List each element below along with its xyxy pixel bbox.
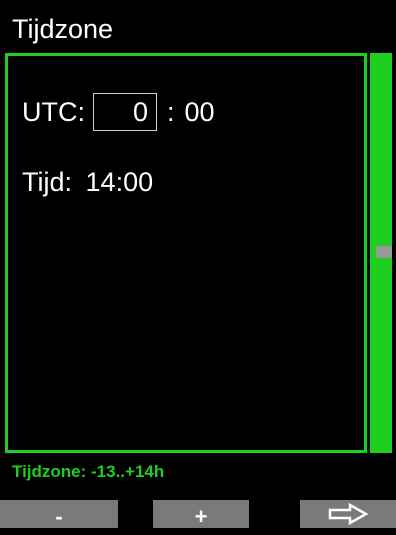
minus-button[interactable]: -: [0, 500, 118, 529]
utc-label: UTC:: [22, 96, 85, 127]
scroll-thumb[interactable]: [376, 246, 392, 258]
plus-label: +: [194, 504, 208, 529]
scrollbar[interactable]: [370, 53, 392, 453]
tijd-value: 14:00: [85, 167, 154, 197]
next-button[interactable]: [300, 500, 396, 528]
utc-separator: :: [167, 96, 175, 127]
softkey-bar: - +: [0, 500, 396, 529]
utc-hours-field[interactable]: 0: [93, 93, 157, 131]
utc-minutes: 00: [184, 96, 215, 127]
arrow-right-outline-icon: [328, 502, 369, 526]
tijd-label: Tijd:: [22, 167, 73, 197]
page-title: Tijdzone: [12, 14, 114, 44]
plus-button[interactable]: +: [153, 500, 249, 529]
minus-label: -: [55, 504, 63, 529]
tijd-row: Tijd: 14:00: [22, 167, 153, 198]
range-hint: Tijdzone: -13..+14h: [12, 462, 165, 481]
utc-row: UTC: 0 : 00: [22, 92, 215, 132]
